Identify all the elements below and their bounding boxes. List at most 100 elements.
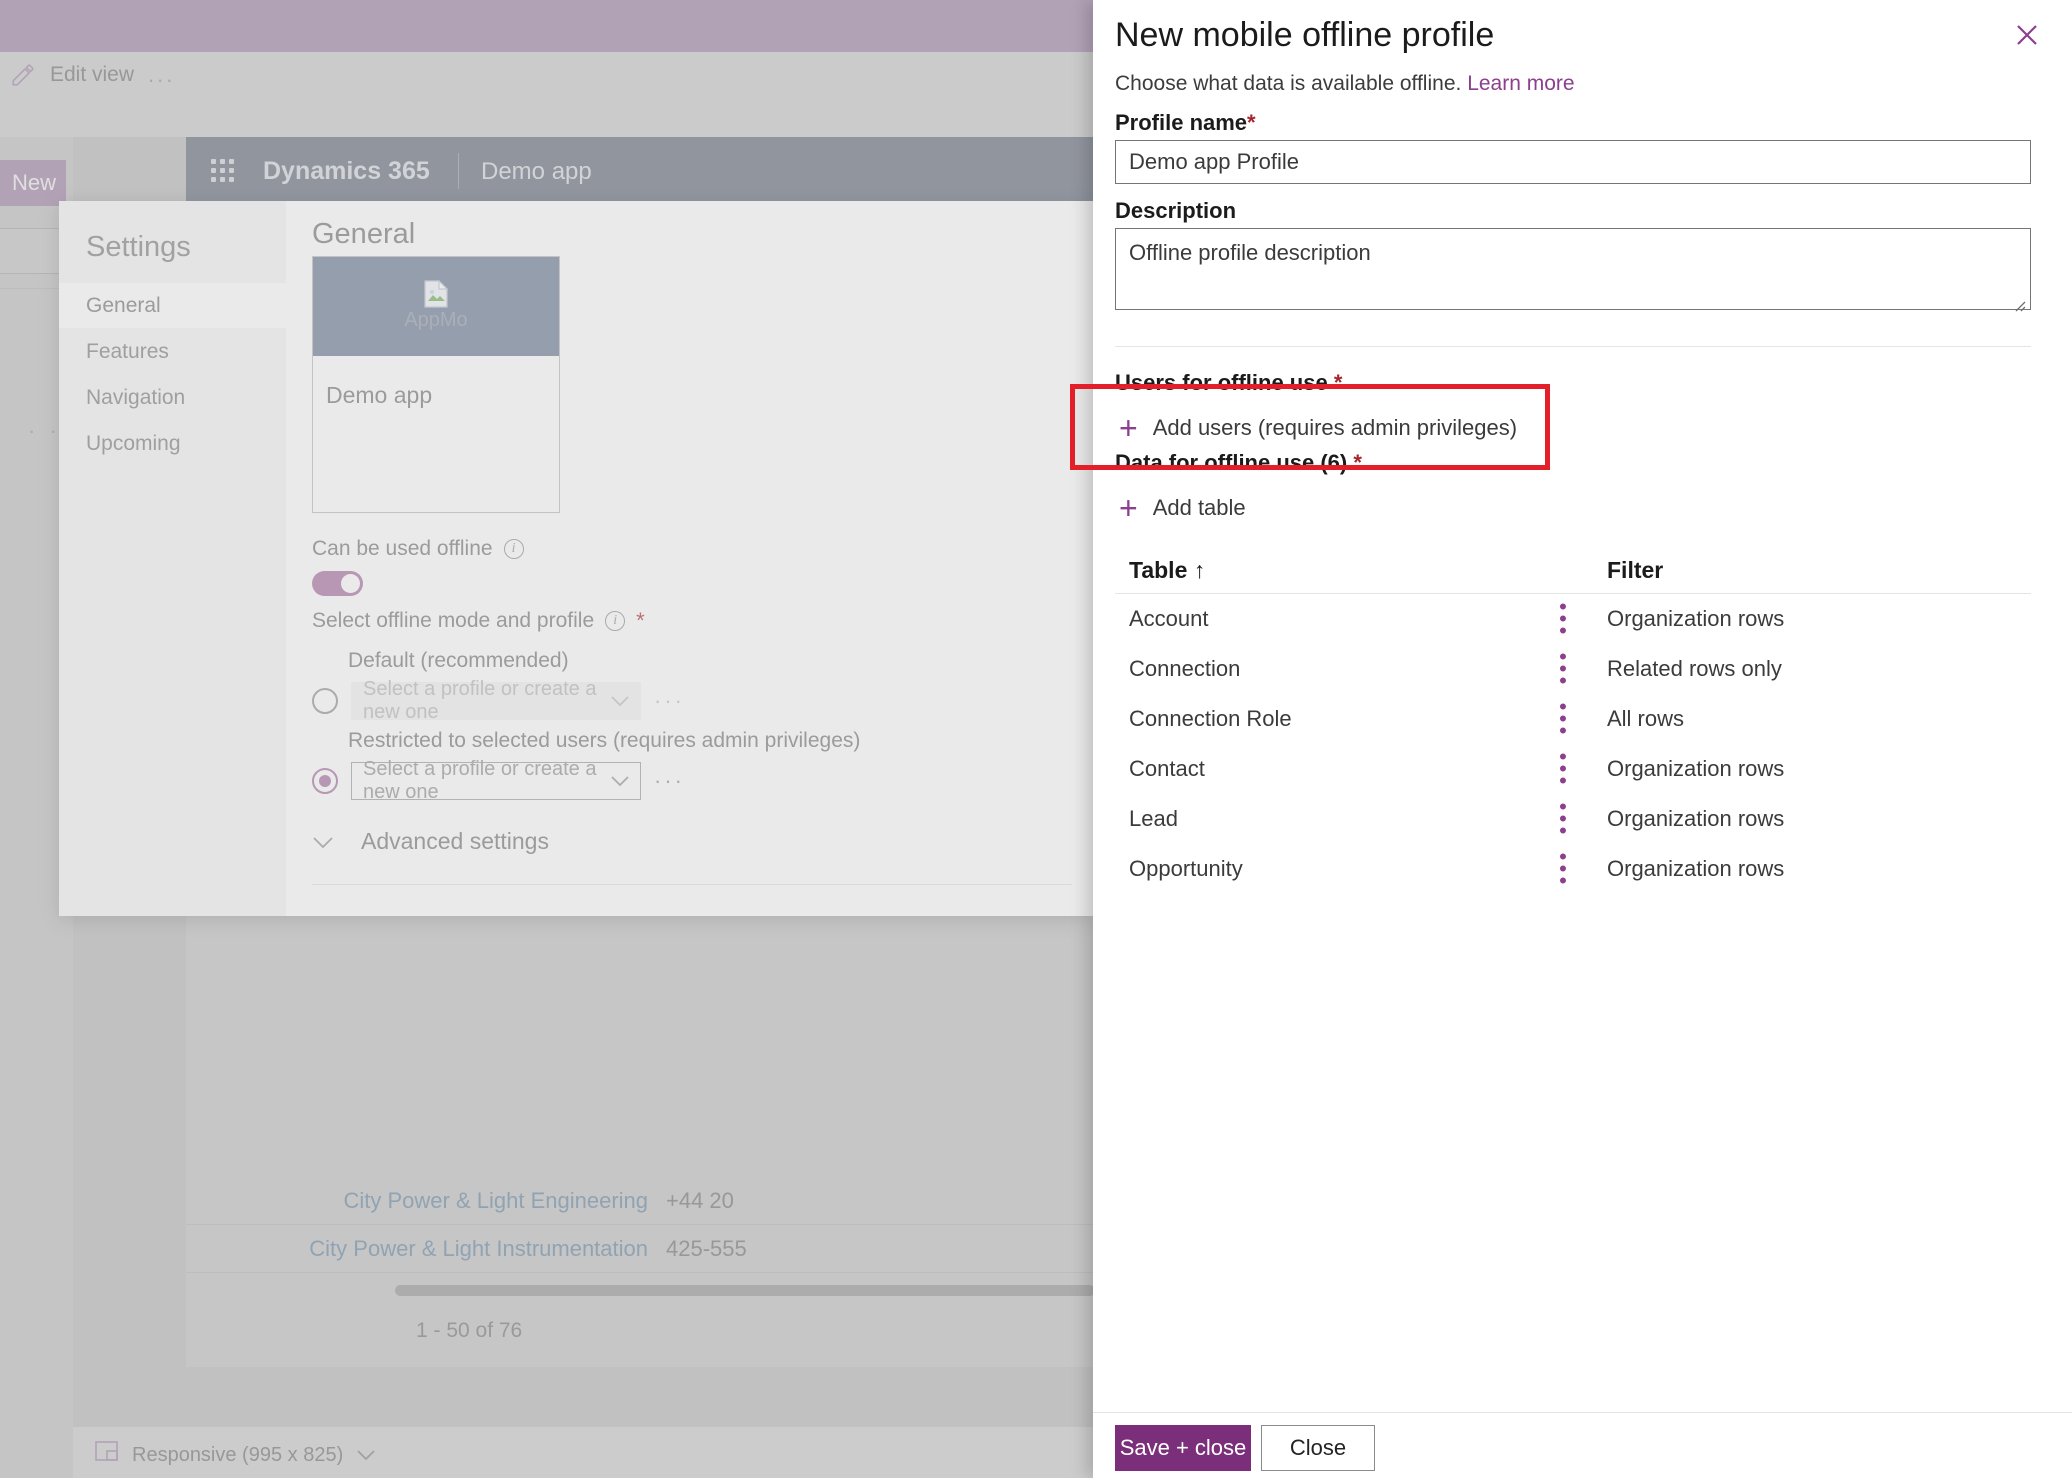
new-button[interactable]: New	[0, 160, 66, 206]
edit-view-label: Edit view	[50, 63, 135, 86]
sidebar-item-label: Navigation	[86, 385, 186, 409]
chevron-down-icon[interactable]	[611, 770, 629, 793]
column-header-filter[interactable]: Filter	[1591, 557, 2031, 584]
record-count: 1 - 50 of 76	[416, 1319, 523, 1342]
profile-name-input[interactable]: Demo app Profile	[1115, 140, 2031, 184]
responsive-label: Responsive (995 x 825)	[132, 1443, 344, 1466]
info-icon[interactable]: i	[503, 539, 524, 559]
users-for-offline-use-label: Users for offline use *	[1115, 370, 1342, 396]
close-button-label: Close	[1289, 1435, 1347, 1460]
table-row[interactable]: Connection Role • • • All rows	[1115, 694, 2031, 744]
learn-more-link[interactable]: Learn more	[1467, 72, 1574, 95]
profile-name-label: Profile name*	[1115, 110, 1256, 136]
table-row[interactable]: Contact • • • Organization rows	[1115, 744, 2031, 794]
table-row[interactable]: Connection • • • Related rows only	[1115, 644, 2031, 694]
panel-subtitle-text: Choose what data is available offline.	[1115, 72, 1462, 95]
record-phone: +44 20	[666, 1187, 734, 1213]
cell-filter: Related rows only	[1607, 656, 1782, 681]
offline-mode-option-default: Default (recommended) Select a profile o…	[312, 649, 685, 723]
column-header-table-label: Table ↑	[1129, 557, 1206, 583]
settings-dialog: Settings General Features Navigation Upc…	[59, 201, 1093, 916]
cell-table-name: Connection Role	[1129, 706, 1292, 731]
plus-icon: +	[1119, 410, 1138, 446]
row-menu-icon[interactable]: • • •	[1559, 595, 1567, 641]
column-header-table[interactable]: Table ↑	[1115, 557, 1535, 584]
add-table-button[interactable]: + Add table	[1119, 492, 1246, 524]
waffle-icon[interactable]	[211, 159, 237, 185]
advanced-settings-divider	[312, 884, 1072, 885]
required-marker: *	[636, 608, 645, 633]
row-menu-icon[interactable]: • • •	[1559, 745, 1567, 791]
profile-name-value: Demo app Profile	[1129, 149, 1299, 174]
required-marker: *	[1353, 450, 1362, 475]
cell-filter: Organization rows	[1607, 756, 1785, 781]
sidebar-item-upcoming[interactable]: Upcoming	[59, 421, 286, 466]
description-label: Description	[1115, 198, 1237, 223]
chevron-down-icon	[611, 690, 629, 713]
row-menu-icon[interactable]: • • •	[1559, 645, 1567, 691]
offline-mode-option-restricted: Restricted to selected users (requires a…	[312, 729, 860, 803]
add-users-button[interactable]: + Add users (requires admin privileges)	[1119, 412, 1517, 444]
save-and-close-button[interactable]: Save + close	[1115, 1425, 1251, 1471]
data-for-offline-use-label: Data for offline use (6) *	[1115, 450, 1362, 476]
responsive-size-selector[interactable]: Responsive (995 x 825)	[95, 1441, 376, 1469]
pencil-icon	[10, 62, 36, 88]
close-button[interactable]: Close	[1261, 1425, 1375, 1471]
horizontal-scrollbar[interactable]	[395, 1285, 1093, 1296]
plus-icon: +	[1119, 490, 1138, 526]
info-icon[interactable]: i	[605, 611, 626, 631]
row-menu-icon[interactable]: • • •	[1559, 695, 1567, 741]
profile-overflow-restricted-icon[interactable]: ···	[654, 768, 685, 794]
close-icon[interactable]	[2010, 18, 2044, 52]
table-row[interactable]: Lead • • • Organization rows	[1115, 794, 2031, 844]
label-text: Data for offline use (6)	[1115, 450, 1348, 475]
cell-table-name: Opportunity	[1129, 856, 1243, 881]
row-menu-icon[interactable]: • • •	[1559, 845, 1567, 891]
combo-value: Select a profile or create a new one	[363, 758, 597, 803]
chevron-down-icon[interactable]	[356, 1444, 376, 1467]
sidebar-item-label: Upcoming	[86, 431, 181, 455]
rail-divider	[0, 288, 66, 289]
table-header-row: Table ↑ Filter	[1115, 548, 2031, 594]
description-value: Offline profile description	[1129, 240, 1371, 265]
profile-combo-restricted[interactable]: Select a profile or create a new one	[351, 758, 641, 803]
broken-image-icon	[421, 279, 451, 309]
row-menu-icon[interactable]: • • •	[1559, 795, 1567, 841]
save-and-close-label: Save + close	[1119, 1435, 1247, 1460]
sidebar-item-navigation[interactable]: Navigation	[59, 375, 286, 420]
cell-filter: Organization rows	[1607, 606, 1785, 631]
record-name[interactable]: City Power & Light Engineering	[186, 1188, 666, 1214]
radio-restricted[interactable]	[312, 768, 338, 794]
sidebar-item-label: Features	[86, 339, 169, 363]
record-name[interactable]: City Power & Light Instrumentation	[186, 1236, 666, 1262]
description-textarea[interactable]: Offline profile description	[1115, 228, 2031, 312]
profile-combo-default: Select a profile or create a new one	[351, 678, 641, 723]
list-item[interactable]: City Power & Light Instrumentation 425-5…	[186, 1225, 1093, 1273]
edit-view-button[interactable]: Edit view ...	[10, 62, 175, 88]
panel-title: New mobile offline profile	[1115, 16, 1495, 54]
required-marker: *	[1247, 110, 1256, 135]
sidebar-item-general[interactable]: General	[59, 283, 286, 328]
app-name: Demo app	[481, 158, 592, 185]
broken-image-label: AppMo	[404, 309, 468, 331]
table-row[interactable]: Account • • • Organization rows	[1115, 594, 2031, 644]
radio-default[interactable]	[312, 688, 338, 714]
panel-subtitle: Choose what data is available offline. L…	[1115, 72, 1575, 96]
can-be-used-offline-label: Can be used offline i	[312, 537, 524, 561]
dynamics-app-header: Dynamics 365 Demo app	[186, 137, 1093, 207]
screen: Edit view ... New · · · Dynamics 365 Dem…	[0, 0, 2072, 1478]
app-thumbnail-card: AppMo Demo app	[312, 256, 560, 513]
advanced-settings-toggle[interactable]: Advanced settings	[312, 828, 549, 855]
resize-grip-icon[interactable]	[2012, 292, 2026, 312]
can-be-used-offline-toggle[interactable]	[312, 571, 363, 596]
label-text: Users for offline use	[1115, 370, 1328, 395]
command-overflow-icon[interactable]: ...	[148, 64, 175, 86]
rail-search-box[interactable]	[0, 228, 66, 274]
sidebar-item-features[interactable]: Features	[59, 329, 286, 374]
cell-table-name: Connection	[1129, 656, 1241, 681]
table-row[interactable]: Opportunity • • • Organization rows	[1115, 844, 2031, 894]
record-list: City Power & Light Engineering +44 20 Ci…	[186, 1177, 1093, 1273]
new-mobile-offline-profile-panel: New mobile offline profile Choose what d…	[1093, 0, 2072, 1478]
list-item[interactable]: City Power & Light Engineering +44 20	[186, 1177, 1093, 1225]
cell-filter: Organization rows	[1607, 856, 1785, 881]
